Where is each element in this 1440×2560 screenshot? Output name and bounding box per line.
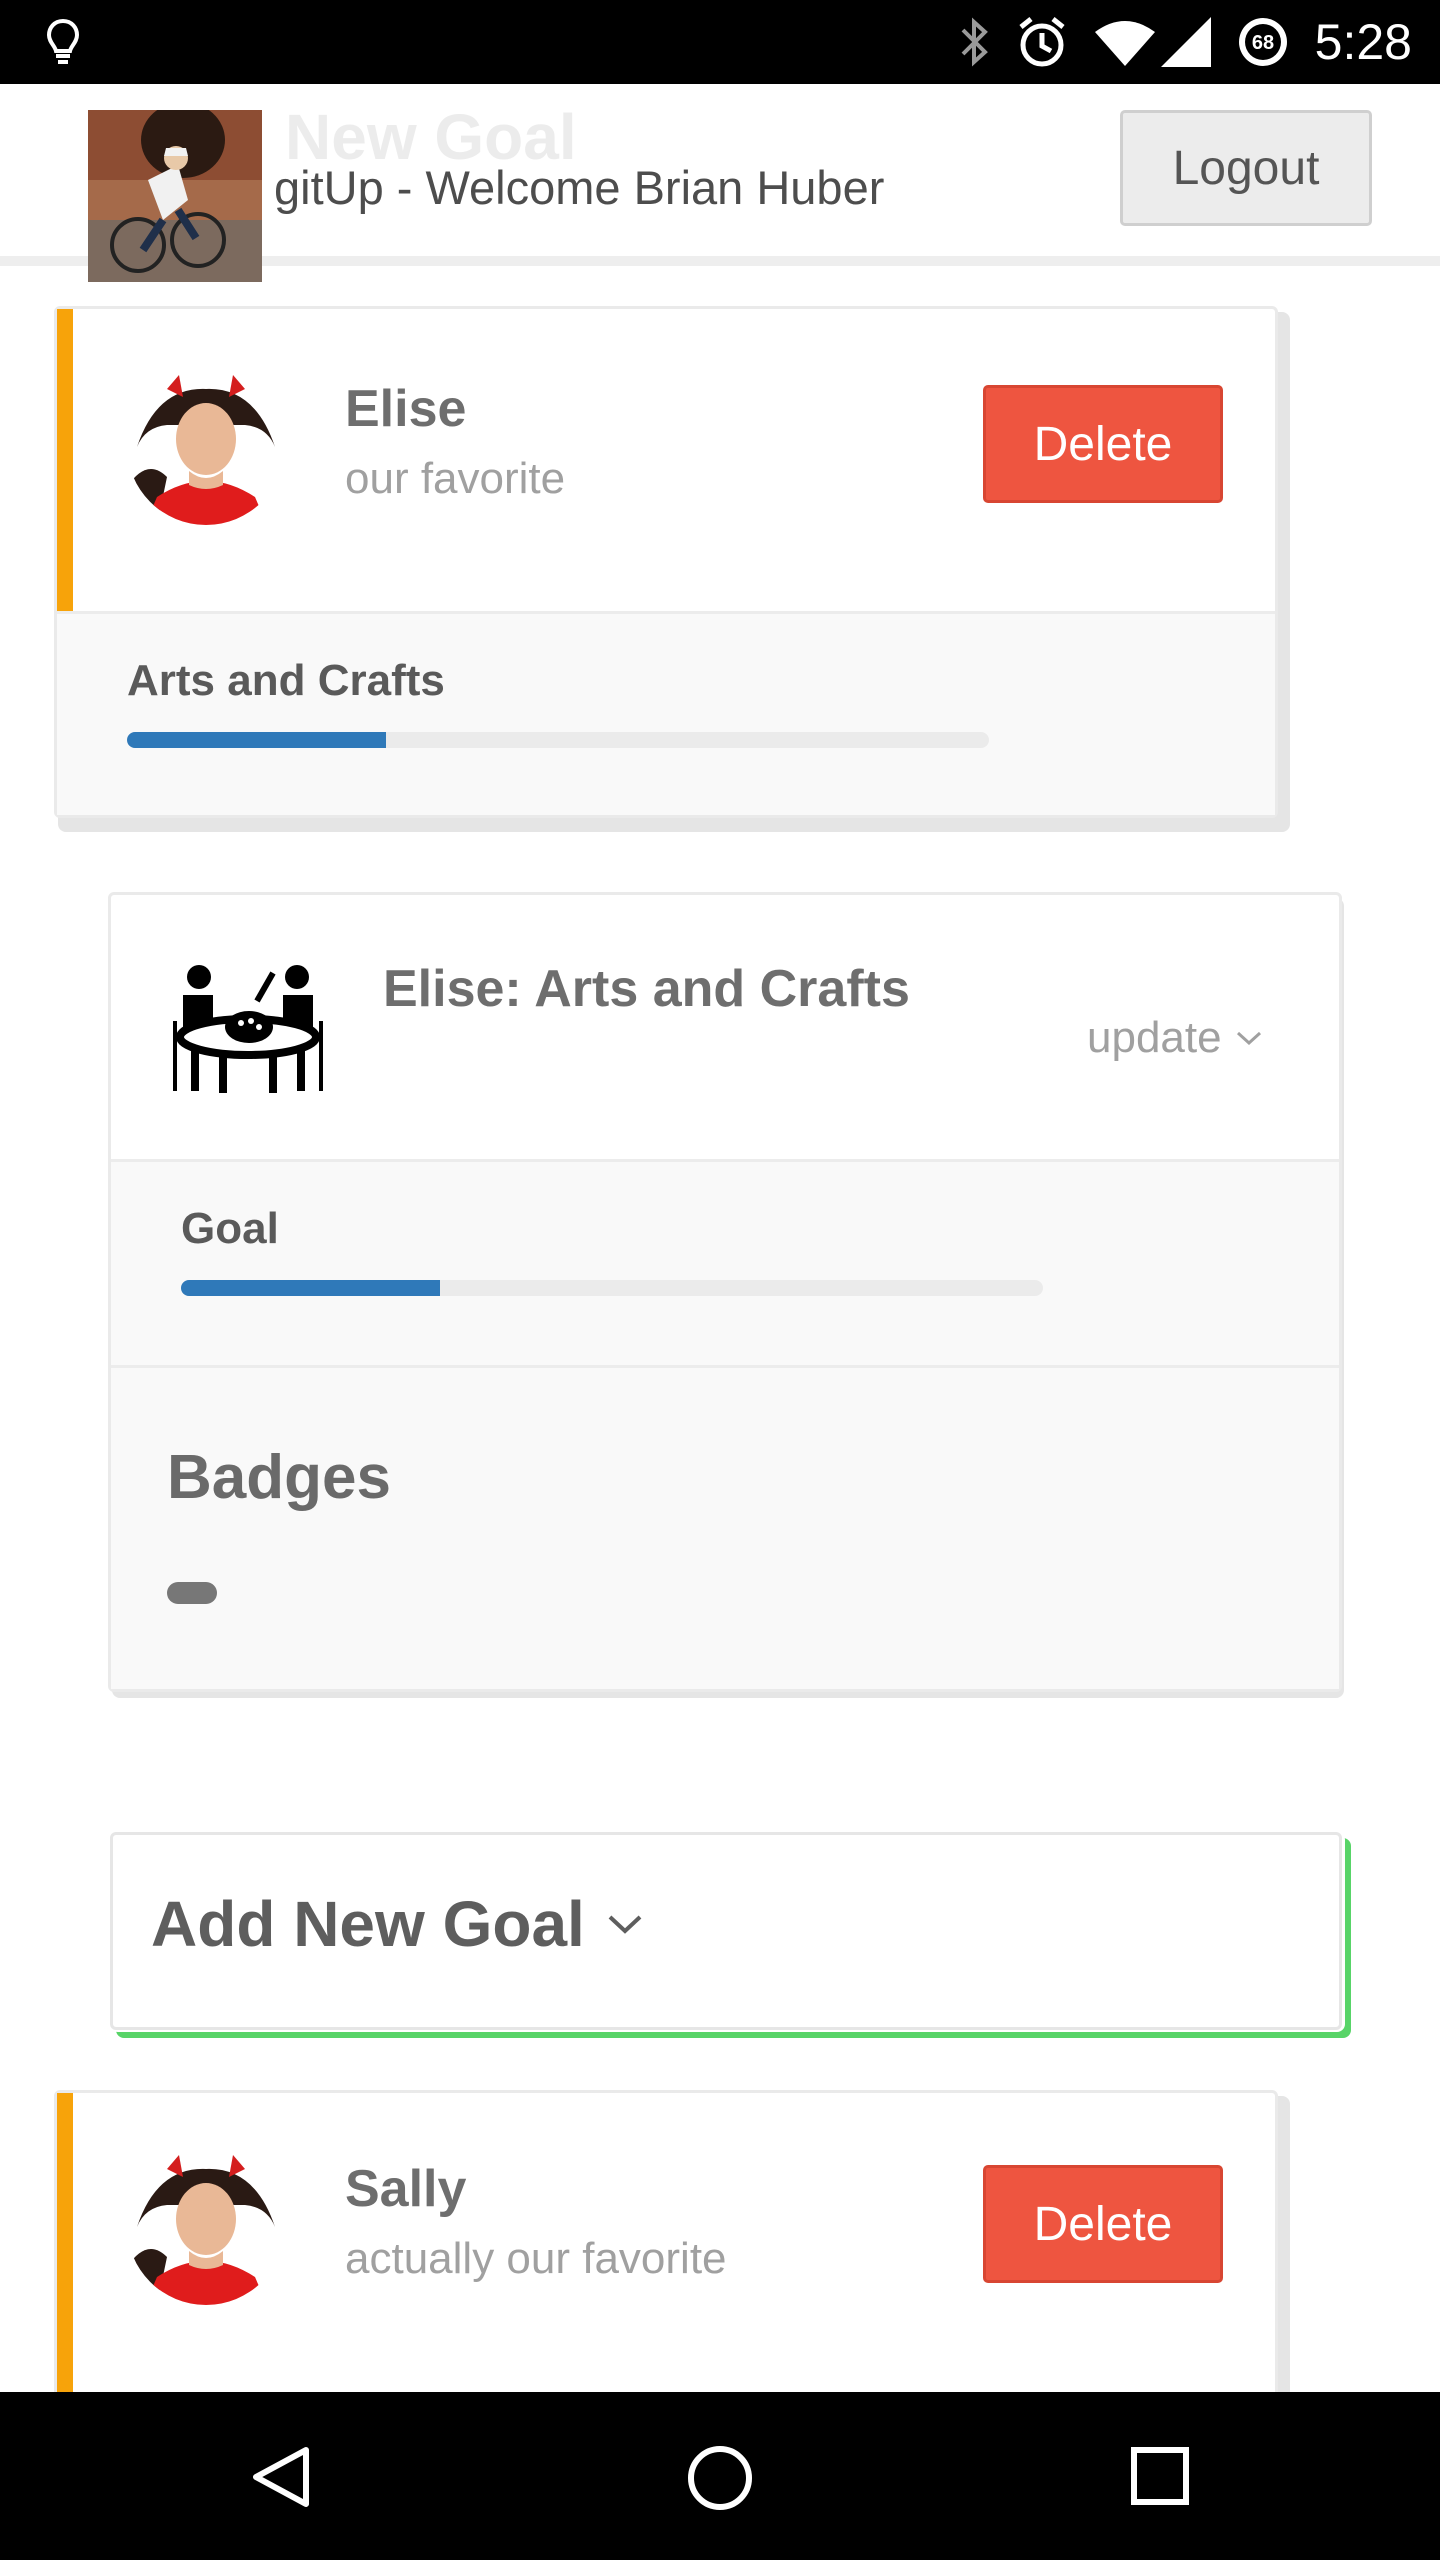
goal-progress-fill xyxy=(127,732,386,748)
goal-detail-title: Elise: Arts and Crafts xyxy=(383,960,910,1018)
badges-title: Badges xyxy=(167,1443,391,1512)
clock-time: 5:28 xyxy=(1314,14,1412,70)
goal-progress-bar xyxy=(127,732,989,748)
bluetooth-icon xyxy=(959,16,989,68)
add-goal-label-wrap: Add New Goal xyxy=(151,1887,645,1961)
chevron-down-icon xyxy=(608,1915,642,1934)
home-icon[interactable] xyxy=(686,2444,754,2517)
add-new-goal-dropdown[interactable]: Add New Goal xyxy=(110,1832,1342,2030)
chevron-down-icon xyxy=(1236,1031,1261,1046)
child-name: Elise xyxy=(345,380,467,438)
badges-section: Badges xyxy=(111,1365,1339,1689)
child-card-elise: Elise our favorite Delete Arts and Craft… xyxy=(54,306,1278,818)
add-goal-label: Add New Goal xyxy=(151,1888,585,1960)
goal-label: Goal xyxy=(181,1204,279,1253)
arts-crafts-icon xyxy=(169,961,327,1100)
update-dropdown[interactable]: update xyxy=(1087,1013,1264,1063)
status-bar: 68 5:28 xyxy=(0,0,1440,84)
wifi-icon xyxy=(1094,18,1155,66)
back-icon[interactable] xyxy=(250,2444,312,2515)
child-card-sally: Sally actually our favorite Delete xyxy=(54,2090,1278,2413)
delete-button[interactable]: Delete xyxy=(983,2165,1223,2283)
child-avatar xyxy=(127,2147,285,2305)
card-accent-bar xyxy=(57,2093,73,2413)
goal-progress-section: Goal xyxy=(111,1159,1339,1365)
logout-button[interactable]: Logout xyxy=(1120,110,1372,226)
page-title: gitUp - Welcome Brian Huber xyxy=(274,161,885,214)
user-avatar[interactable] xyxy=(88,110,262,282)
battery-level-text: 68 xyxy=(1252,32,1274,54)
navigation-bar xyxy=(0,2392,1440,2560)
goal-name: Arts and Crafts xyxy=(127,656,445,705)
card-accent-bar xyxy=(57,309,73,613)
child-avatar xyxy=(127,367,285,525)
goal-progress-bar xyxy=(181,1280,1043,1296)
goal-progress-fill xyxy=(181,1280,440,1296)
recents-icon[interactable] xyxy=(1130,2446,1190,2511)
alarm-icon xyxy=(1015,15,1069,69)
child-name: Sally xyxy=(345,2160,467,2218)
badge-placeholder xyxy=(167,1582,217,1604)
child-description: our favorite xyxy=(345,454,566,503)
child-description: actually our favorite xyxy=(345,2234,727,2283)
lightbulb-icon xyxy=(46,18,80,71)
battery-icon: 68 xyxy=(1237,16,1289,68)
app-screen: 68 5:28 New Goal gitUp - Welcome Brian H… xyxy=(0,0,1440,2560)
signal-icon xyxy=(1160,17,1211,67)
update-label: update xyxy=(1087,1013,1222,1062)
goal-row[interactable]: Arts and Crafts xyxy=(57,611,1275,815)
delete-button[interactable]: Delete xyxy=(983,385,1223,503)
goal-detail-card: Elise: Arts and Crafts update Goal Badge… xyxy=(108,892,1342,1692)
